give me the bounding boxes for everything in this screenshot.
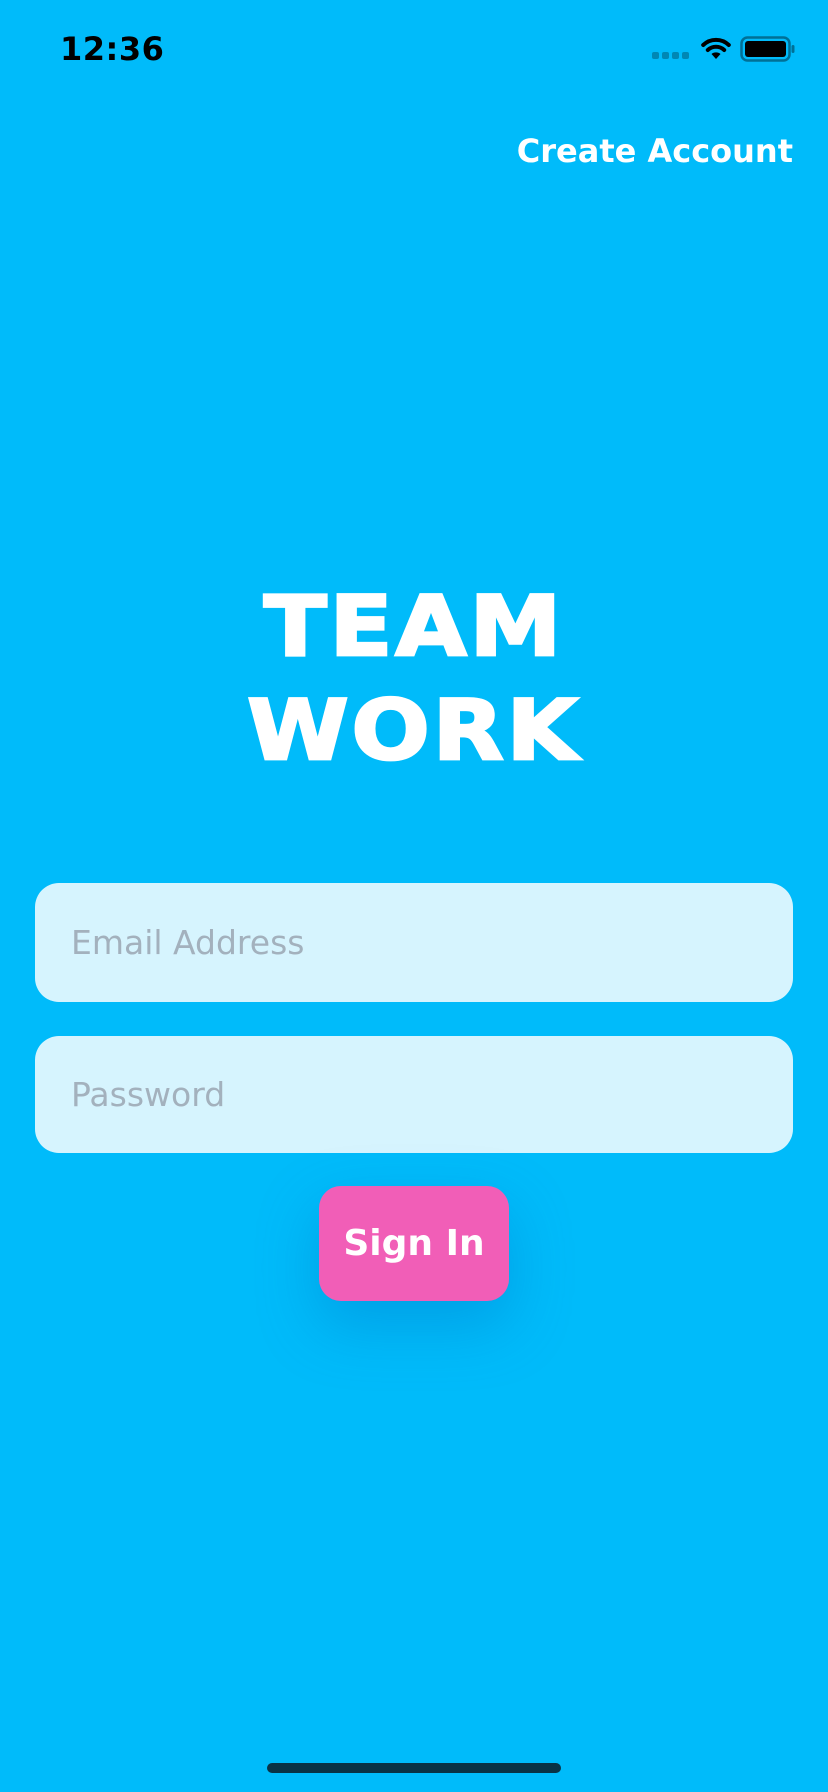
create-account-link[interactable]: Create Account [517,132,793,170]
status-bar: 12:36 [0,0,828,100]
sign-in-button[interactable]: Sign In [319,1186,509,1301]
login-screen: 12:36 Create Account TEAM WORK Sign In [0,0,828,1792]
logo-line-team: TEAM [262,578,565,675]
home-indicator [267,1763,561,1773]
logo-line-work: WORK [246,682,581,779]
email-field[interactable] [35,883,793,1002]
status-time: 12:36 [60,30,165,68]
battery-icon [740,36,795,62]
teamwork-logo: TEAM WORK [0,575,828,783]
password-field[interactable] [35,1036,793,1153]
password-input[interactable] [35,1036,793,1153]
wifi-icon [701,37,731,59]
cellular-signal-icon [652,52,690,60]
email-input[interactable] [35,883,793,1002]
